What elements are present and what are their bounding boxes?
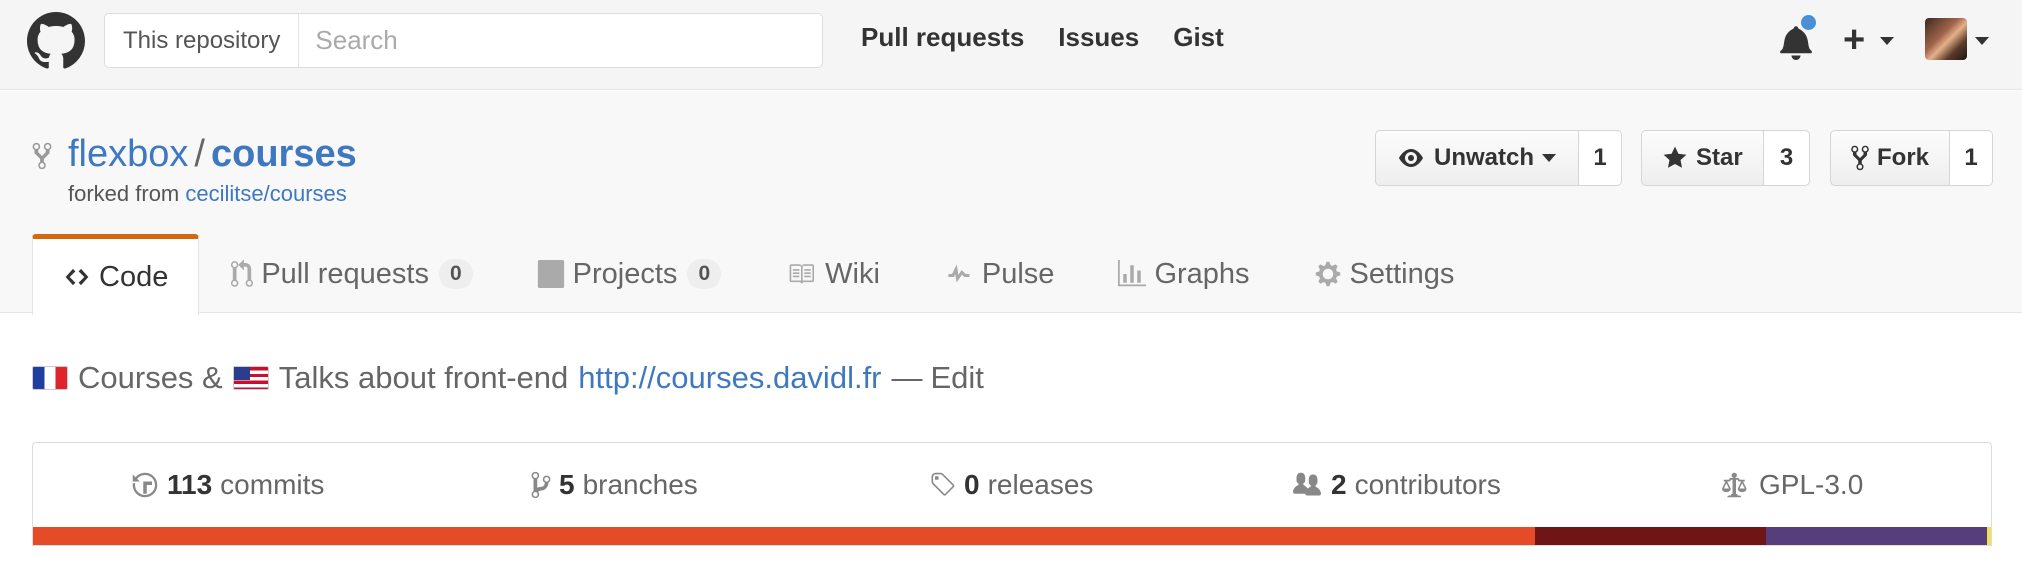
tab-settings-label: Settings xyxy=(1349,257,1455,290)
releases-label: releases xyxy=(987,469,1094,500)
tab-code[interactable]: Code xyxy=(32,234,200,315)
fork-label: Fork xyxy=(1877,144,1930,171)
notification-dot-icon xyxy=(1799,13,1818,32)
contributors-count: 2 xyxy=(1331,469,1347,500)
contributors-stat[interactable]: 2 contributors xyxy=(1291,469,1501,501)
tag-icon xyxy=(931,472,955,496)
repo-name-link[interactable]: courses xyxy=(211,133,357,175)
eye-icon xyxy=(1399,149,1423,167)
repo-description: Courses & Talks about front-end http://c… xyxy=(32,360,984,396)
branches-label: branches xyxy=(582,469,698,500)
tab-graphs[interactable]: Graphs xyxy=(1118,234,1250,314)
france-flag-icon xyxy=(32,366,68,390)
description-dash: — xyxy=(891,360,923,395)
watch-count[interactable]: 1 xyxy=(1579,130,1622,186)
project-icon xyxy=(537,260,564,288)
repo-title: flexbox / courses xyxy=(68,133,357,176)
star-count[interactable]: 3 xyxy=(1764,130,1810,186)
tab-pull-requests[interactable]: Pull requests 0 xyxy=(231,234,473,314)
commits-label: commits xyxy=(220,469,325,500)
search-input[interactable] xyxy=(299,14,822,67)
forked-from: forked from cecilitse/courses xyxy=(68,181,347,207)
language-bar[interactable] xyxy=(33,527,1991,545)
repo-forked-icon xyxy=(32,142,52,170)
pulse-icon xyxy=(948,264,970,283)
tab-settings[interactable]: Settings xyxy=(1314,234,1455,314)
description-text-part1: Courses & xyxy=(78,360,223,395)
branch-icon xyxy=(531,471,551,499)
fork-button[interactable]: Fork xyxy=(1830,130,1950,186)
tab-code-label: Code xyxy=(99,260,169,293)
star-group: Star 3 xyxy=(1641,130,1810,186)
search-scope-label: This repository xyxy=(105,14,300,67)
chevron-down-icon[interactable] xyxy=(1975,37,1989,45)
tab-wiki[interactable]: Wiki xyxy=(785,234,880,314)
releases-stat[interactable]: 0 releases xyxy=(928,469,1093,501)
pull-request-icon xyxy=(231,259,254,287)
license-stat[interactable]: GPL-3.0 xyxy=(1721,469,1863,501)
law-icon xyxy=(1722,472,1747,498)
usa-flag-icon xyxy=(232,366,269,390)
people-icon xyxy=(1293,472,1321,496)
code-icon xyxy=(65,268,89,286)
star-button[interactable]: Star xyxy=(1641,130,1764,186)
repo-forked-icon xyxy=(1851,145,1869,171)
license-label: GPL-3.0 xyxy=(1759,469,1864,500)
homepage-link[interactable]: http://courses.davidl.fr xyxy=(578,360,881,396)
forked-from-link[interactable]: cecilitse/courses xyxy=(185,181,346,206)
avatar[interactable] xyxy=(1925,18,1967,60)
repo-owner-link[interactable]: flexbox xyxy=(68,133,188,175)
tab-pulse[interactable]: Pulse xyxy=(944,234,1055,314)
tab-projects[interactable]: Projects 0 xyxy=(537,234,722,314)
gear-icon xyxy=(1315,261,1340,287)
tab-wiki-label: Wiki xyxy=(825,257,880,290)
language-bar-segment xyxy=(33,527,1535,545)
edit-description-link[interactable]: Edit xyxy=(931,360,984,396)
nav-issues[interactable]: Issues xyxy=(1058,22,1139,53)
tab-projects-label: Projects xyxy=(572,257,678,290)
top-nav: Pull requests Issues Gist xyxy=(861,22,1258,53)
projects-counter: 0 xyxy=(687,259,722,289)
language-bar-segment xyxy=(1987,527,1991,545)
nav-pull-requests[interactable]: Pull requests xyxy=(861,22,1024,53)
tab-pulse-label: Pulse xyxy=(981,257,1055,290)
commits-stat[interactable]: 113 commits xyxy=(131,469,324,501)
chevron-down-icon xyxy=(1542,154,1557,162)
unwatch-label: Unwatch xyxy=(1434,144,1535,171)
forked-from-prefix: forked from xyxy=(68,181,180,206)
star-icon xyxy=(1663,146,1687,168)
nav-gist[interactable]: Gist xyxy=(1173,22,1224,53)
repo-nav-tabs: Code Pull requests 0 Projects 0 Wiki Pul… xyxy=(32,234,1455,315)
star-label: Star xyxy=(1696,144,1743,171)
book-icon xyxy=(789,264,815,284)
numbers-summary: 113 commits 5 branches 0 releases 2 cont… xyxy=(32,442,1992,546)
pull-requests-counter: 0 xyxy=(438,259,473,289)
tab-pull-requests-label: Pull requests xyxy=(261,257,429,290)
repo-header: flexbox / courses forked from cecilitse/co… xyxy=(0,91,2022,315)
commits-count: 113 xyxy=(167,469,213,500)
fork-group: Fork 1 xyxy=(1830,130,1993,186)
github-logo-icon[interactable] xyxy=(27,12,85,70)
chevron-down-icon[interactable] xyxy=(1880,37,1894,45)
language-bar-segment xyxy=(1765,527,1988,545)
contributors-label: contributors xyxy=(1354,469,1501,500)
graph-icon xyxy=(1118,260,1147,287)
branches-stat[interactable]: 5 branches xyxy=(531,469,698,501)
description-text-part2: Talks about front-end xyxy=(278,360,569,395)
fork-count[interactable]: 1 xyxy=(1950,130,1993,186)
plus-icon[interactable]: + xyxy=(1843,20,1865,60)
watch-group: Unwatch 1 xyxy=(1375,130,1622,186)
site-header: This repository Pull requests Issues Gis… xyxy=(0,0,2022,90)
unwatch-button[interactable]: Unwatch xyxy=(1375,130,1579,186)
branches-count: 5 xyxy=(559,469,575,500)
history-icon xyxy=(132,472,158,498)
releases-count: 0 xyxy=(964,469,980,500)
search-box: This repository xyxy=(104,13,823,68)
language-bar-segment xyxy=(1534,527,1766,545)
tab-graphs-label: Graphs xyxy=(1154,257,1250,290)
repo-title-separator: / xyxy=(194,133,205,175)
